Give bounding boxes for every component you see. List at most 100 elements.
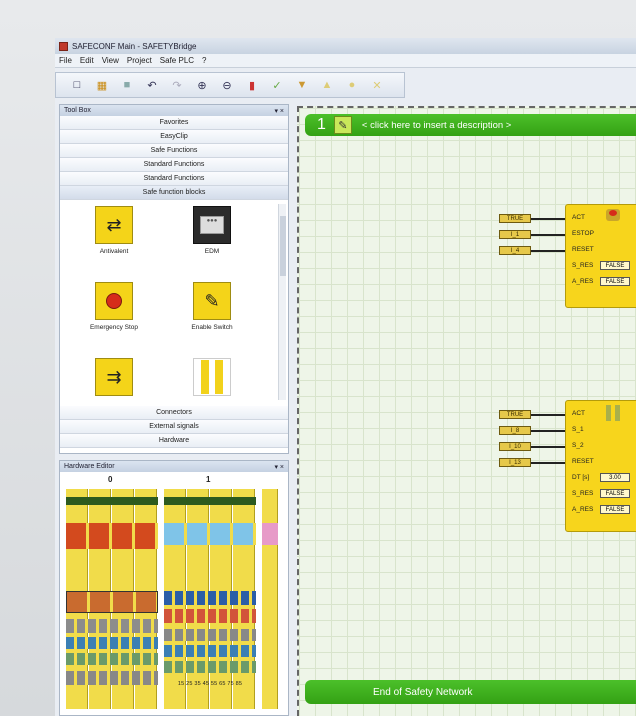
network-end-label: End of Safety Network [373, 686, 473, 698]
input-constant[interactable]: I_4 [499, 246, 531, 255]
menu-bar: File Edit View Project Safe PLC ? [55, 54, 636, 68]
terminal-row-blue [164, 591, 256, 605]
open-folder-icon[interactable]: ▦ [95, 78, 109, 92]
toolbox-pin-controls[interactable]: ▾ × [274, 107, 284, 115]
input-constant[interactable]: I_13 [499, 458, 531, 467]
enable-switch-icon: ✎ [193, 282, 231, 320]
category-safe-function-blocks[interactable]: Safe function blocks [60, 186, 288, 200]
input-constant[interactable]: TRUE [499, 214, 531, 223]
terminal-row-blue [66, 637, 158, 649]
module-label-pink [262, 523, 278, 545]
wire [531, 234, 565, 236]
download-icon[interactable]: ▼ [295, 78, 309, 92]
hardware-editor-pin-controls[interactable]: ▾ × [274, 463, 284, 471]
module-slot[interactable] [262, 489, 278, 709]
category-easyclip[interactable]: EasyClip [60, 130, 288, 144]
zoom-out-icon[interactable]: ⊖ [220, 78, 234, 92]
two-hand-switch-icon: ⇉ [95, 358, 133, 396]
book-icon[interactable]: ▮ [245, 78, 259, 92]
tool-edm[interactable]: ●●● EDM [172, 206, 252, 255]
menu-project[interactable]: Project [127, 56, 152, 65]
pencil-icon[interactable]: ✎ [333, 116, 352, 134]
category-safe-functions[interactable]: Safe Functions [60, 144, 288, 158]
rack-module-0[interactable] [66, 489, 158, 709]
save-icon[interactable]: ■ [120, 78, 134, 92]
category-external-signals[interactable]: External signals [60, 420, 288, 434]
wire [531, 430, 565, 432]
tool-grid: ⇄ Antivalent ●●● EDM Emergency Stop ✎ En… [60, 200, 288, 406]
disconnect-icon[interactable]: ✕ [370, 78, 384, 92]
menu-safe-plc[interactable]: Safe PLC [160, 56, 194, 65]
io-connectors [66, 591, 158, 613]
menu-view[interactable]: View [102, 56, 119, 65]
pin-reset: RESET [572, 458, 594, 465]
pin-estop: ESTOP [572, 230, 594, 237]
tool-label: Emergency Stop [89, 324, 139, 331]
upload-icon[interactable]: ▲ [320, 78, 334, 92]
title-bar: SAFECONF Main - SAFETYBridge [55, 38, 636, 54]
category-standard-functions-2[interactable]: Standard Functions [60, 172, 288, 186]
pin-s-1: S_1 [572, 426, 584, 433]
input-constant[interactable]: I_8 [499, 426, 531, 435]
category-favorites[interactable]: Favorites [60, 116, 288, 130]
emergency-stop-function-block[interactable]: ACT ESTOP RESET S_RES FALSE A_RES FALSE … [565, 204, 636, 308]
redo-icon[interactable]: ↷ [170, 78, 184, 92]
pin-act: ACT [572, 410, 585, 417]
tool-label: EDM [204, 248, 220, 255]
param-s-res-value[interactable]: FALSE [600, 489, 630, 498]
toolbox-scroll-thumb[interactable] [280, 216, 286, 276]
param-dt-value[interactable]: 3.00 [600, 473, 630, 482]
toolbox-scrollbar[interactable] [278, 204, 286, 400]
rack-module-2[interactable] [262, 489, 278, 709]
rack-module-1[interactable]: 15 25 35 45 55 65 75 85 [164, 489, 256, 709]
param-a-res-value[interactable]: FALSE [600, 505, 630, 514]
menu-help[interactable]: ? [202, 56, 206, 65]
terminal-row-red [164, 609, 256, 623]
tool-two-hand[interactable]: ⇉ [74, 358, 154, 400]
undo-icon[interactable]: ↶ [145, 78, 159, 92]
param-s-res-value[interactable]: FALSE [600, 261, 630, 270]
rack-column-1: 1 [206, 475, 211, 484]
terminal-row [66, 619, 158, 633]
input-constant[interactable]: I_1 [499, 230, 531, 239]
network-description[interactable]: < click here to insert a description > [362, 120, 511, 131]
wire [531, 414, 565, 416]
contactor-icon: ●●● [193, 206, 231, 244]
terminal-row-green [164, 661, 256, 673]
hardware-editor-panel: Hardware Editor ▾ × 0 1 15 25 35 45 55 6… [59, 460, 289, 716]
tool-enable-switch[interactable]: ✎ Enable Switch [172, 282, 252, 331]
antivalent-switch-icon: ⇄ [95, 206, 133, 244]
pin-act: ACT [572, 214, 585, 221]
zoom-in-icon[interactable]: ⊕ [195, 78, 209, 92]
pin-a-res: A_RES [572, 506, 594, 513]
rail-band [164, 497, 256, 505]
category-hardware[interactable]: Hardware [60, 434, 288, 448]
online-icon[interactable]: ● [345, 78, 359, 92]
input-constant[interactable]: TRUE [499, 410, 531, 419]
tool-antivalent[interactable]: ⇄ Antivalent [74, 206, 154, 255]
menu-edit[interactable]: Edit [80, 56, 94, 65]
tool-label: Enable Switch [191, 324, 233, 331]
pin-a-res: A_RES [572, 278, 594, 285]
toolbox-panel: Tool Box ▾ × Favorites EasyClip Safe Fun… [59, 104, 289, 454]
tool-light-curtain[interactable] [172, 358, 252, 400]
compile-icon[interactable]: ✓ [270, 78, 284, 92]
window-title: SAFECONF Main - SAFETYBridge [72, 41, 197, 51]
light-curtain-function-block[interactable]: ACT S_1 S_2 RESET DT [s] 3.00 S_RES FALS… [565, 400, 636, 532]
terminal-row-blue [164, 645, 256, 657]
safety-network-canvas[interactable]: 1 ✎ < click here to insert a description… [297, 106, 636, 716]
terminal-row-green [66, 653, 158, 665]
pin-s-2: S_2 [572, 442, 584, 449]
category-connectors[interactable]: Connectors [60, 406, 288, 420]
tool-emergency-stop[interactable]: Emergency Stop [74, 282, 154, 331]
output-terminals [66, 523, 158, 549]
light-curtain-icon [606, 405, 624, 421]
network-header[interactable]: 1 ✎ < click here to insert a description… [305, 114, 636, 136]
wire [531, 218, 565, 220]
menu-file[interactable]: File [59, 56, 72, 65]
input-terminals [164, 523, 256, 545]
param-a-res-value[interactable]: FALSE [600, 277, 630, 286]
new-file-icon[interactable]: □ [70, 78, 84, 92]
input-constant[interactable]: I_10 [499, 442, 531, 451]
category-standard-functions-1[interactable]: Standard Functions [60, 158, 288, 172]
